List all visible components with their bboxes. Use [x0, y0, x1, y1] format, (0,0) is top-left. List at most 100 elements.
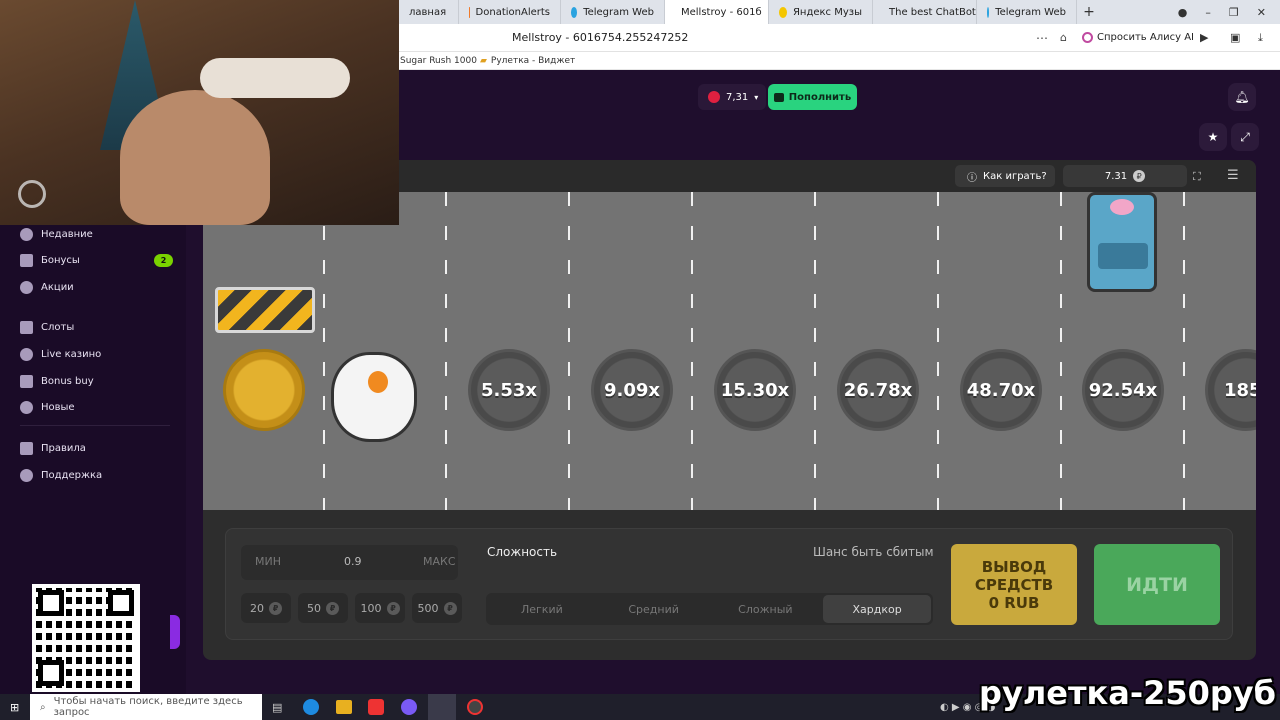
notifications-button[interactable]: 🔔︎ — [1228, 83, 1256, 111]
tab-main[interactable]: лавная — [399, 0, 459, 24]
restore-icon[interactable]: ❐ — [1229, 6, 1239, 19]
lane-line — [445, 192, 447, 510]
tab-mellstroy[interactable]: Mellstroy - 601б✕ — [665, 0, 769, 24]
search-placeholder: Чтобы начать поиск, введите здесь запрос — [53, 696, 243, 718]
sidebar-item-rules[interactable]: Правила — [20, 442, 86, 455]
multiplier-step-4[interactable]: 26.78x — [837, 349, 919, 431]
star-icon: ★ — [1207, 130, 1219, 144]
deposit-label: Пополнить — [788, 91, 852, 103]
multiplier-step-2[interactable]: 9.09x — [591, 349, 673, 431]
menu-icon[interactable]: ☰ — [1227, 168, 1239, 183]
bet-amount-value[interactable]: 0.9 — [344, 555, 362, 568]
tab-telegram[interactable]: Telegram Web — [561, 0, 665, 24]
difficulty-hard[interactable]: Сложный — [712, 595, 820, 623]
multiplier-step-3[interactable]: 15.30x — [714, 349, 796, 431]
difficulty-easy[interactable]: Легкий — [488, 595, 596, 623]
rules-icon — [20, 442, 33, 455]
favorite-button[interactable]: ★ — [1199, 123, 1227, 151]
go-button[interactable]: ИДТИ — [1094, 544, 1220, 625]
qr-finder — [108, 590, 134, 616]
task-view-icon[interactable]: ▤ — [272, 701, 282, 714]
how-to-play-label: Как играть? — [983, 170, 1047, 182]
edge-icon[interactable] — [303, 699, 319, 715]
tab-label: лавная — [409, 6, 447, 18]
yandex-browser-active-icon[interactable] — [428, 694, 456, 720]
new-tab-icon[interactable]: + — [1077, 4, 1101, 20]
truck-icon — [1087, 192, 1157, 292]
tab-donationalerts[interactable]: DonationAlerts — [459, 0, 561, 24]
tab-yandex-music[interactable]: Яндекс Музы — [769, 0, 873, 24]
sidebar-item-recent[interactable]: Недавние — [20, 228, 93, 241]
screen: лавная DonationAlerts Telegram Web Mells… — [0, 0, 1280, 720]
start-coin-icon — [223, 349, 305, 431]
sidebar-purple-tab[interactable] — [170, 615, 180, 649]
profile-icon[interactable]: ● — [1178, 6, 1188, 19]
sidebar-item-slots[interactable]: Слоты — [20, 321, 74, 334]
page-url[interactable]: Mellstroy - 6016754.255247252 — [512, 31, 688, 44]
ask-alice-button[interactable]: Спросить Алису AI — [1082, 32, 1194, 43]
max-button[interactable]: МАКС — [423, 555, 456, 568]
sidebar-item-new[interactable]: Новые — [20, 401, 75, 414]
road: 5.53x 9.09x 15.30x 26.78x 48.70x 92.54x … — [203, 192, 1256, 510]
sidebar-item-label: Слоты — [41, 322, 75, 333]
fullscreen-button[interactable]: ⤢ — [1231, 123, 1259, 151]
tab-label: Telegram Web — [583, 6, 654, 18]
multiplier-step-6[interactable]: 92.54x — [1082, 349, 1164, 431]
bonus-count-badge: 2 — [154, 254, 173, 267]
chip-50[interactable]: 50 ₽ — [298, 593, 348, 623]
sidebar-divider — [20, 425, 170, 426]
play-icon[interactable]: ▶ — [1200, 31, 1208, 44]
search-icon: ⌕ — [40, 701, 46, 713]
difficulty-medium[interactable]: Средний — [600, 595, 708, 623]
sidebar-item-bonus-buy[interactable]: Bonus buy — [20, 375, 94, 388]
more-icon[interactable]: ⋯ — [1036, 31, 1048, 45]
sidebar-item-label: Новые — [41, 402, 75, 413]
how-to-play-button[interactable]: ⓘ Как играть? — [955, 165, 1055, 187]
file-explorer-icon[interactable] — [336, 700, 352, 714]
obs-icon[interactable] — [467, 699, 483, 715]
telegram-icon — [987, 6, 990, 18]
ruble-icon — [708, 91, 720, 103]
difficulty-hardcore[interactable]: Хардкор — [823, 595, 931, 623]
clock-icon — [20, 228, 33, 241]
chevron-down-icon: ▾ — [754, 92, 759, 102]
sidebar-item-promotions[interactable]: Акции — [20, 281, 74, 294]
chip-500[interactable]: 500 ₽ — [412, 593, 462, 623]
bet-amount-field[interactable]: МИН 0.9 МАКС — [241, 545, 458, 580]
deposit-button[interactable]: Пополнить — [768, 84, 857, 110]
yandex-icon[interactable] — [368, 699, 384, 715]
lane-line — [1183, 192, 1185, 510]
sidebar-item-live-casino[interactable]: Live казино — [20, 348, 101, 361]
fullscreen-icon[interactable]: ⛶ — [1193, 170, 1201, 184]
sidebar-item-support[interactable]: Поддержка — [20, 469, 102, 482]
tab-label: Telegram Web — [995, 6, 1066, 18]
alice-app-icon[interactable] — [401, 699, 417, 715]
tab-chatbot[interactable]: The best ChatBot — [873, 0, 977, 24]
download-icon[interactable]: ⤓ — [1258, 31, 1263, 45]
bookmark-roulette[interactable]: ▰ Рулетка - Виджет — [480, 56, 575, 66]
sidebar-item-label: Недавние — [41, 229, 93, 240]
taskbar-search-input[interactable]: ⌕ Чтобы начать поиск, введите здесь запр… — [30, 694, 262, 720]
bookmark-sugar-rush[interactable]: Sugar Rush 1000 — [400, 56, 477, 66]
bookmark-icon[interactable]: ⌂ — [1060, 31, 1067, 44]
multiplier-step-5[interactable]: 48.70x — [960, 349, 1042, 431]
balance-display[interactable]: 7,31 ▾ — [698, 84, 766, 110]
multiplier-step-1[interactable]: 5.53x — [468, 349, 550, 431]
cashout-button[interactable]: ВЫВОД СРЕДСТВ 0 RUB — [951, 544, 1077, 625]
chip-100[interactable]: 100 ₽ — [355, 593, 405, 623]
difficulty-label: Сложность — [487, 545, 558, 559]
balance-value: 7,31 — [726, 91, 749, 103]
tab-telegram-2[interactable]: Telegram Web — [977, 0, 1077, 24]
chip-20[interactable]: 20 ₽ — [241, 593, 291, 623]
qr-code-image — [32, 584, 140, 692]
minimize-icon[interactable]: – — [1205, 6, 1211, 19]
screenshot-icon[interactable]: ▣ — [1230, 31, 1240, 44]
close-window-icon[interactable]: ✕ — [1257, 6, 1266, 19]
yandex-music-icon — [779, 6, 787, 18]
sidebar-item-bonuses[interactable]: Бонусы — [20, 254, 80, 267]
min-button[interactable]: МИН — [255, 555, 281, 568]
ask-alice-label: Спросить Алису AI — [1097, 32, 1194, 43]
gift-icon — [20, 254, 33, 267]
multiplier-step-7[interactable]: 185.0 — [1205, 349, 1256, 431]
windows-start-icon[interactable]: ⊞ — [10, 701, 19, 714]
